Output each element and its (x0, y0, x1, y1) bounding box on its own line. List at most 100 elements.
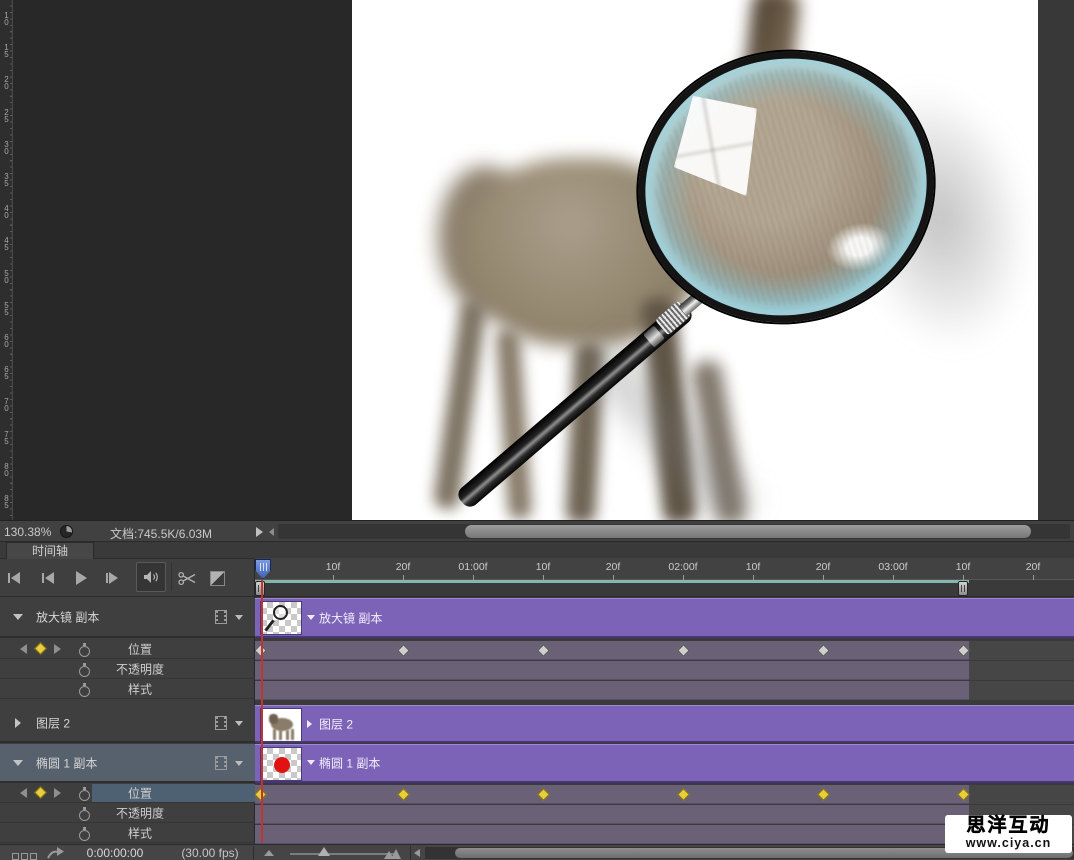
canvas-pasteboard (13, 0, 352, 520)
expand-triangle-icon[interactable] (307, 720, 312, 728)
track-bar-label: 放大镜 副本 (319, 609, 382, 626)
property-row-ellipse-style[interactable]: 样式 (0, 824, 255, 843)
canvas-horizontal-scrollbar-thumb[interactable] (465, 525, 1031, 538)
frame-rate[interactable]: (30.00 fps) (168, 846, 252, 860)
collapse-triangle-icon[interactable] (307, 760, 315, 765)
chevron-down-icon[interactable] (235, 615, 243, 620)
keyframe-diamond[interactable] (957, 788, 970, 801)
convert-to-frame-animation-icon[interactable] (12, 849, 39, 860)
property-row-magnifier-opacity[interactable]: 不透明度 (0, 660, 255, 679)
play-button[interactable] (76, 566, 87, 590)
add-keyframe-diamond-icon[interactable] (34, 786, 47, 799)
bottom-bar-divider (253, 846, 254, 860)
collapse-triangle-icon[interactable] (13, 614, 23, 620)
track-header-layer2[interactable]: 图层 2 (0, 705, 255, 743)
next-frame-button[interactable] (106, 566, 118, 590)
controls-divider (171, 563, 172, 591)
property-label: 位置 (80, 641, 200, 658)
split-clip-button[interactable] (178, 566, 197, 590)
track-header-magnifier[interactable]: 放大镜 副本 (0, 598, 255, 638)
keyframe-row-magnifier-position[interactable] (255, 641, 1074, 660)
keyframe-diamond[interactable] (537, 644, 550, 657)
scroll-left-icon[interactable] (414, 849, 420, 857)
timeline-tab-row: 时间轴 (0, 542, 1074, 559)
speaker-icon (143, 570, 160, 584)
timeline-zoom-slider[interactable] (290, 853, 397, 855)
chevron-down-icon[interactable] (235, 721, 243, 726)
time-ruler-label: 03:00f (878, 561, 907, 573)
keyframe-diamond[interactable] (677, 788, 690, 801)
property-row-ellipse-position[interactable]: 位置 (0, 784, 255, 803)
ruler-number: 3 0 (0, 141, 13, 155)
add-keyframe-diamond-icon[interactable] (34, 642, 47, 655)
bottom-bar-divider (410, 846, 411, 860)
keyframe-row-magnifier-style[interactable] (255, 681, 1074, 700)
previous-keyframe-icon[interactable] (20, 788, 27, 798)
ruler-number: 3 5 (0, 173, 13, 187)
status-bar-flyout-arrow-icon[interactable] (256, 527, 263, 537)
film-menu-icon[interactable] (215, 716, 227, 730)
keyframe-diamond[interactable] (817, 644, 830, 657)
collapse-triangle-icon[interactable] (307, 615, 315, 620)
next-keyframe-icon[interactable] (54, 644, 61, 654)
mute-audio-button[interactable] (136, 562, 166, 592)
time-ruler-label: 20f (816, 561, 831, 573)
timeline-zoom-slider-thumb[interactable] (318, 847, 330, 856)
property-label: 样式 (80, 681, 200, 698)
watermark-title: 思洋互动 (945, 815, 1072, 837)
previous-frame-button[interactable] (42, 566, 54, 590)
film-menu-icon[interactable] (215, 610, 227, 624)
zoom-level[interactable]: 130.38% (4, 525, 51, 539)
keyframe-diamond[interactable] (537, 788, 550, 801)
track-name: 椭圆 1 副本 (36, 754, 97, 771)
keyframe-diamond[interactable] (957, 644, 970, 657)
track-bar-layer2[interactable]: 图层 2 (255, 705, 1074, 743)
layer-thumbnail-magnifier (260, 601, 302, 635)
property-row-magnifier-position[interactable]: 位置 (0, 640, 255, 659)
track-bar-magnifier[interactable]: 放大镜 副本 (255, 598, 1074, 638)
ruler-number: 8 5 (0, 495, 13, 509)
track-name: 图层 2 (36, 715, 70, 732)
keyframe-row-ellipse-position[interactable] (255, 785, 1074, 804)
keyframe-diamond[interactable] (397, 644, 410, 657)
property-row-magnifier-style[interactable]: 样式 (0, 680, 255, 699)
time-ruler-label: 10f (536, 561, 551, 573)
zoom-out-timeline-icon[interactable] (264, 850, 274, 856)
keyframe-row-magnifier-opacity[interactable] (255, 661, 1074, 680)
transition-button[interactable] (210, 566, 225, 590)
outside-work-area (969, 785, 1074, 804)
expand-triangle-icon[interactable] (15, 718, 21, 728)
first-frame-button[interactable] (8, 566, 20, 590)
work-area-end-handle[interactable] (958, 581, 968, 596)
canvas-horizontal-scrollbar[interactable] (278, 524, 1070, 539)
document-info[interactable]: 文档:745.5K/6.03M (110, 525, 212, 542)
ruler-number: 1 0 (0, 12, 13, 26)
ruler-number: 5 0 (0, 270, 13, 284)
chevron-down-icon[interactable] (235, 761, 243, 766)
time-ruler-label: 10f (956, 561, 971, 573)
keyframe-diamond[interactable] (677, 644, 690, 657)
keyframe-diamond[interactable] (817, 788, 830, 801)
vertical-ruler: 1 01 52 02 53 03 54 04 55 05 56 06 57 07… (0, 0, 13, 520)
previous-keyframe-icon[interactable] (20, 644, 27, 654)
keyframe-diamond[interactable] (397, 788, 410, 801)
tab-timeline[interactable]: 时间轴 (6, 542, 94, 559)
flip-horizontal-icon[interactable] (46, 846, 66, 860)
next-keyframe-icon[interactable] (54, 788, 61, 798)
time-ruler-label: 10f (746, 561, 761, 573)
timeline-time-ruler[interactable]: 10f20f01:00f10f20f02:00f10f20f03:00f10f2… (255, 558, 1074, 580)
current-time[interactable]: 0:00:00:00 (80, 846, 150, 860)
time-ruler-label: 20f (1026, 561, 1041, 573)
track-bar-ellipse[interactable]: 椭圆 1 副本 (255, 744, 1074, 783)
film-menu-icon[interactable] (215, 756, 227, 770)
status-bar-collapse-arrow-icon[interactable] (269, 528, 274, 536)
time-ruler-label: 01:00f (458, 561, 487, 573)
ruler-number: 1 5 (0, 44, 13, 58)
ruler-number: 7 0 (0, 398, 13, 412)
property-row-ellipse-opacity[interactable]: 不透明度 (0, 804, 255, 823)
document-canvas (352, 0, 1038, 520)
ruler-number: 4 5 (0, 237, 13, 251)
work-area-start-handle[interactable] (255, 581, 265, 596)
track-header-ellipse[interactable]: 椭圆 1 副本 (0, 744, 255, 783)
collapse-triangle-icon[interactable] (13, 760, 23, 766)
